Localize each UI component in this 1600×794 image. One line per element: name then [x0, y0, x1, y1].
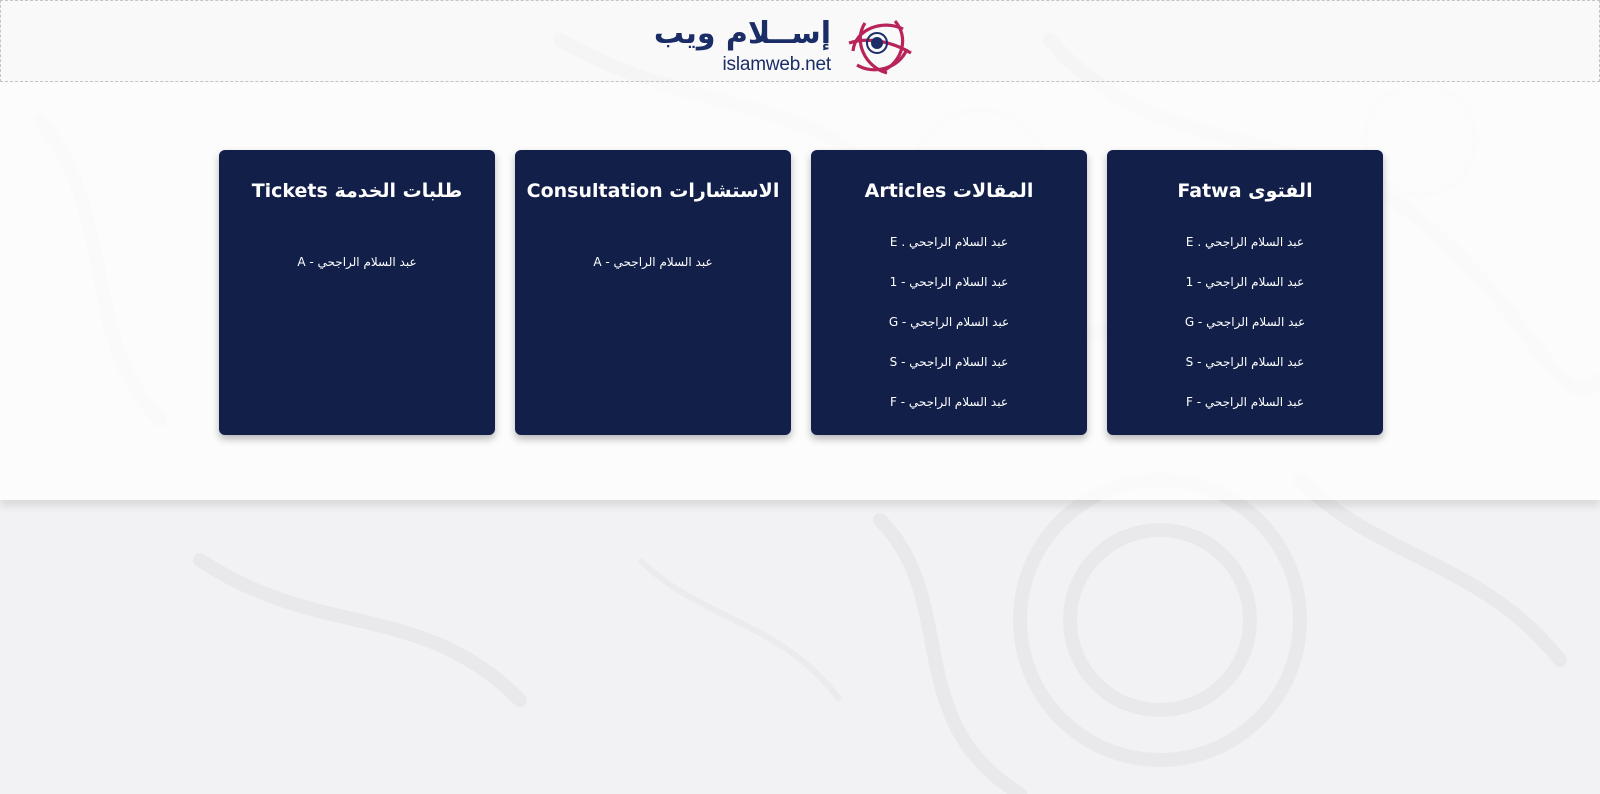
list-item[interactable]: E . عبد السلام الراجحي	[1107, 222, 1383, 262]
globe-logo-icon	[848, 19, 912, 75]
list-item[interactable]: S - عبد السلام الراجحي	[811, 342, 1087, 382]
list-item[interactable]: G - عبد السلام الراجحي	[1107, 302, 1383, 342]
site-header: إســلام ويب islamweb.net	[0, 0, 1600, 82]
card-title: المقالات Articles	[864, 180, 1034, 202]
card-fatwa[interactable]: الفتوى Fatwa E . عبد السلام الراجحي عبد …	[1107, 150, 1383, 435]
site-logo[interactable]: إســلام ويب islamweb.net	[654, 15, 915, 77]
card-tickets[interactable]: طلبات الخدمة Tickets A - عبد السلام الرا…	[219, 150, 495, 435]
list-item[interactable]: G - عبد السلام الراجحي	[811, 302, 1087, 342]
list-item[interactable]: عبد السلام الراجحي - 1	[811, 262, 1087, 302]
card-grid: الفتوى Fatwa E . عبد السلام الراجحي عبد …	[217, 150, 1383, 435]
card-title: طلبات الخدمة Tickets	[251, 180, 463, 202]
card-list: E . عبد السلام الراجحي عبد السلام الراجح…	[811, 222, 1087, 422]
card-list: A - عبد السلام الراجحي	[219, 242, 495, 282]
list-item[interactable]: F - عبد السلام الراجحي	[1107, 382, 1383, 422]
list-item[interactable]: عبد السلام الراجحي - 1	[1107, 262, 1383, 302]
list-item[interactable]: F - عبد السلام الراجحي	[811, 382, 1087, 422]
list-item[interactable]: A - عبد السلام الراجحي	[515, 242, 791, 282]
list-item[interactable]: E . عبد السلام الراجحي	[811, 222, 1087, 262]
card-title: الفتوى Fatwa	[1177, 180, 1313, 202]
logo-arabic-text: إســلام ويب	[653, 16, 831, 51]
list-item[interactable]: S - عبد السلام الراجحي	[1107, 342, 1383, 382]
card-list: A - عبد السلام الراجحي	[515, 242, 791, 282]
logo-latin-text: islamweb.net	[722, 54, 832, 75]
main-panel: الفتوى Fatwa E . عبد السلام الراجحي عبد …	[0, 82, 1600, 500]
card-consultation[interactable]: الاستشارات Consultation A - عبد السلام ا…	[515, 150, 791, 435]
card-articles[interactable]: المقالات Articles E . عبد السلام الراجحي…	[811, 150, 1087, 435]
card-title: الاستشارات Consultation	[526, 180, 780, 202]
list-item[interactable]: A - عبد السلام الراجحي	[219, 242, 495, 282]
card-list: E . عبد السلام الراجحي عبد السلام الراجح…	[1107, 222, 1383, 422]
